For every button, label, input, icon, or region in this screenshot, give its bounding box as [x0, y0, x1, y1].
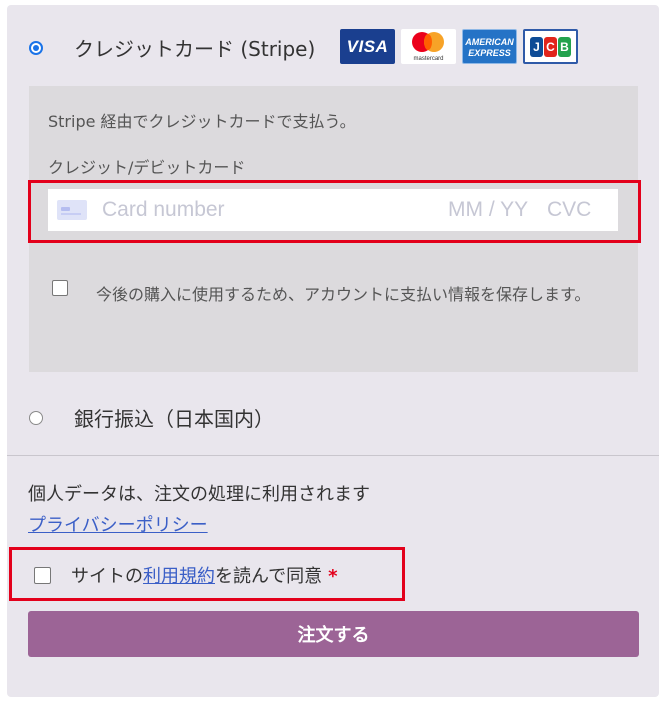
radio-stripe[interactable] [29, 40, 43, 55]
terms-of-service-link[interactable]: 利用規約 [143, 566, 215, 587]
required-mark: * [328, 566, 338, 587]
card-expiry-input[interactable]: MM / YY [448, 198, 528, 222]
card-cvc-input[interactable]: CVC [547, 198, 591, 222]
save-payment-info-row: 今後の購入に使用するため、アカウントに支払い情報を保存します。 [52, 276, 612, 314]
radio-bank-transfer[interactable] [29, 410, 43, 425]
payment-option-stripe[interactable]: クレジットカード (Stripe) [29, 33, 315, 62]
terms-label: サイトの利用規約を読んで同意 * [71, 566, 338, 587]
card-number-field[interactable]: Card number MM / YY CVC [48, 189, 618, 231]
card-brand-logos: VISA mastercard AMERICAN EXPRESS J C B [340, 29, 578, 64]
place-order-button[interactable]: 注文する [28, 611, 639, 657]
terms-checkbox[interactable] [34, 566, 51, 584]
mastercard-logo-icon: mastercard [401, 29, 456, 64]
payment-option-stripe-label: クレジットカード (Stripe) [74, 37, 316, 61]
card-number-input[interactable]: Card number [102, 198, 225, 222]
save-payment-checkbox[interactable] [52, 280, 68, 296]
visa-logo-icon: VISA [340, 29, 395, 64]
amex-logo-icon: AMERICAN EXPRESS [462, 29, 517, 64]
stripe-description: Stripe 経由でクレジットカードで支払う。 [48, 112, 356, 131]
card-field-label: クレジット/デビットカード [48, 158, 246, 177]
terms-agreement-row: サイトの利用規約を読んで同意 * [34, 562, 338, 588]
jcb-logo-icon: J C B [523, 29, 578, 64]
payment-option-bank-transfer[interactable]: 銀行振込（日本国内） [29, 403, 274, 432]
save-payment-label: 今後の購入に使用するため、アカウントに支払い情報を保存します。 [96, 285, 591, 304]
section-divider [7, 455, 659, 456]
privacy-notice: 個人データは、注文の処理に利用されます [28, 484, 370, 505]
privacy-policy-link[interactable]: プライバシーポリシー [28, 511, 208, 537]
payment-option-bank-label: 銀行振込（日本国内） [74, 407, 274, 431]
credit-card-icon [57, 200, 87, 220]
